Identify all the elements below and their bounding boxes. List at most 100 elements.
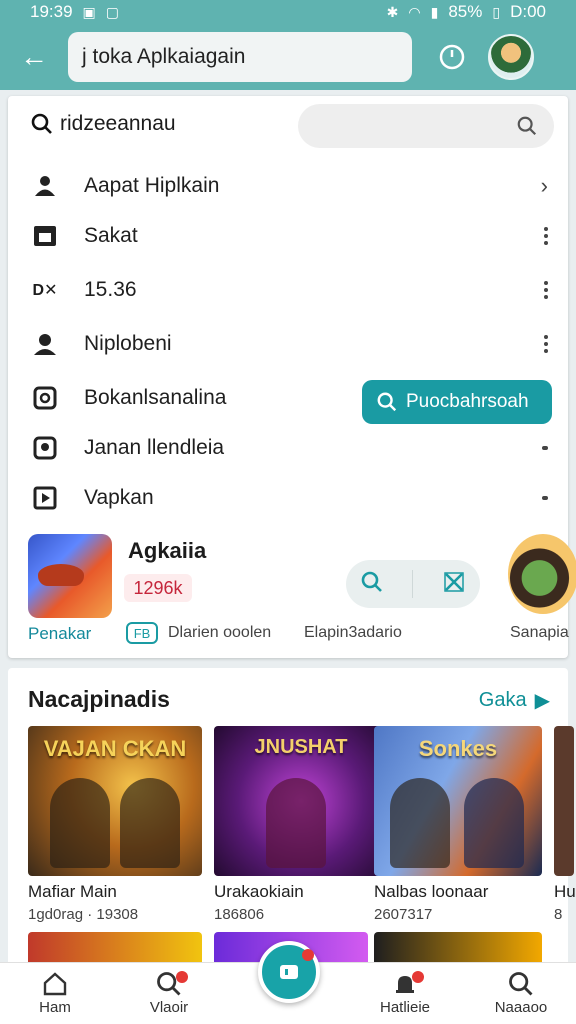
- game-stats: 186806: [214, 906, 265, 923]
- menu-item-2[interactable]: D✕ 15.36: [8, 264, 568, 316]
- notification-badge: [176, 971, 188, 983]
- menu-item-label: Vapkan: [84, 486, 154, 509]
- nav-label: Vlaoir: [149, 999, 189, 1016]
- game-tile[interactable]: [554, 726, 574, 876]
- divider: [412, 570, 414, 598]
- menu-item-label: Janan llendleia: [84, 436, 225, 459]
- menu-item-6[interactable]: Vapkan: [8, 472, 568, 524]
- menu-card: ridzeeannau Aapat Hiplkain › Sakat D✕ 15…: [8, 96, 576, 658]
- action-pill: [346, 560, 480, 608]
- status-bar: 19:39 ▣ ▢ ✱ ◠ ▮ 85% ▯ D:00: [0, 0, 576, 24]
- meta-text: Dlarien ooolen: [168, 624, 272, 641]
- menu-item-1[interactable]: Sakat: [8, 210, 568, 262]
- menu-item-label: 15.36: [84, 278, 137, 301]
- see-more-link[interactable]: Gaka ▶: [479, 688, 550, 713]
- more-vert-icon[interactable]: [544, 227, 548, 245]
- game-art-title: JNUSHAT: [254, 736, 348, 758]
- meta-link[interactable]: Penakar: [28, 624, 91, 644]
- window-icon: [32, 223, 58, 249]
- battery-icon: ▯: [492, 3, 501, 20]
- nav-search[interactable]: Vlaoir: [124, 969, 214, 1016]
- nav-home[interactable]: Ham: [10, 969, 100, 1016]
- speech-icon: [32, 435, 58, 461]
- menu-item-label: Bokanlsanalina: [84, 386, 227, 409]
- play-box-icon: [32, 485, 58, 511]
- refresh-button[interactable]: [432, 37, 472, 77]
- menu-item-5[interactable]: Janan llendleia: [8, 422, 568, 474]
- search-input[interactable]: [298, 104, 554, 148]
- dx-icon: D✕: [32, 282, 58, 299]
- search-icon: [361, 571, 383, 592]
- search-icon: [517, 116, 537, 136]
- game-art-title: Sonkes: [418, 736, 498, 761]
- search-label[interactable]: ridzeeannau: [30, 112, 176, 136]
- status-clock-right: D:00: [510, 2, 546, 21]
- app-meta-row: Penakar FB Dlarien ooolen Elapin3adario …: [28, 620, 569, 650]
- profile-avatar[interactable]: [488, 34, 534, 80]
- meta-text: Elapin3adario: [304, 624, 402, 641]
- search-button[interactable]: [360, 570, 384, 599]
- dot-icon: [542, 496, 548, 500]
- game-art-title: VAJAN CKAN: [43, 736, 187, 761]
- character-avatar[interactable]: [508, 534, 576, 614]
- notification-badge: [412, 971, 424, 983]
- meta-tag: FB: [126, 622, 158, 644]
- app-thumbnail[interactable]: [28, 534, 112, 618]
- character-figure: [120, 778, 180, 868]
- more-vert-icon[interactable]: [544, 281, 548, 299]
- search-action-button[interactable]: Puocbahrsoah: [362, 380, 552, 424]
- archive-icon: [32, 385, 58, 411]
- notification-icon: ▢: [105, 3, 120, 20]
- game-name: Nalbas loonaar: [374, 882, 489, 901]
- nav-label: Hatlieie: [379, 999, 431, 1016]
- gamepad-icon: [280, 965, 298, 979]
- game-stats: 1gd0rag · 19308: [28, 906, 139, 923]
- crossed-arrows-icon: [444, 571, 464, 592]
- play-arrow-icon: ▶: [534, 690, 550, 712]
- image-icon: ▣: [82, 3, 96, 20]
- status-right: ✱ ◠ ▮ 85% ▯ D:00: [387, 2, 546, 22]
- character-figure: [266, 778, 326, 868]
- back-button[interactable]: ←: [14, 37, 54, 77]
- app-name: Agkaiia: [128, 538, 207, 563]
- menu-item-0[interactable]: Aapat Hiplkain ›: [8, 160, 568, 212]
- bell-icon: [360, 969, 450, 999]
- center-action-button[interactable]: [258, 941, 320, 1003]
- game-tile[interactable]: VAJAN CKAN: [28, 726, 202, 876]
- search-icon: [31, 113, 52, 134]
- section-title: Nacajpinadis: [28, 686, 170, 712]
- character-figure: [390, 778, 450, 868]
- refresh-icon: [439, 44, 465, 70]
- user-icon: [32, 331, 58, 357]
- game-stats: 8: [554, 906, 563, 923]
- bottom-nav: Ham Vlaoir Hatlieie Naaaoo: [0, 941, 576, 1024]
- signal-icon: ▮: [430, 3, 439, 20]
- game-name: Hu: [554, 882, 576, 901]
- person-icon: [32, 173, 58, 199]
- notification-badge: [302, 949, 314, 961]
- game-name: Urakaokiain: [214, 882, 304, 901]
- more-vert-icon[interactable]: [544, 335, 548, 353]
- search-icon: [476, 969, 566, 999]
- game-tile[interactable]: Sonkes: [374, 726, 542, 876]
- character-figure: [464, 778, 524, 868]
- title-field[interactable]: j toka Aplkaiagain: [68, 32, 412, 82]
- menu-item-label: Niplobeni: [84, 332, 172, 355]
- arrow-left-icon: ←: [20, 41, 48, 72]
- wifi-icon: ◠: [408, 3, 421, 20]
- app-count-badge: 1296k: [124, 574, 192, 602]
- share-button[interactable]: [442, 570, 466, 599]
- game-tile[interactable]: JNUSHAT: [214, 726, 388, 876]
- nav-notifications[interactable]: Hatlieie: [360, 969, 450, 1016]
- nav-label: Ham: [39, 999, 71, 1016]
- search-icon: [124, 969, 214, 999]
- bluetooth-icon: ✱: [386, 3, 399, 20]
- search-row: ridzeeannau: [8, 96, 568, 156]
- nav-discover[interactable]: Naaaoo: [476, 969, 566, 1016]
- game-stats: 2607317: [374, 906, 433, 923]
- meta-text: Sanapia: [510, 624, 569, 641]
- menu-item-label: Sakat: [84, 224, 138, 247]
- see-more-label: Gaka: [478, 689, 527, 711]
- menu-item-3[interactable]: Niplobeni: [8, 318, 568, 370]
- menu-item-label: Aapat Hiplkain: [84, 174, 220, 197]
